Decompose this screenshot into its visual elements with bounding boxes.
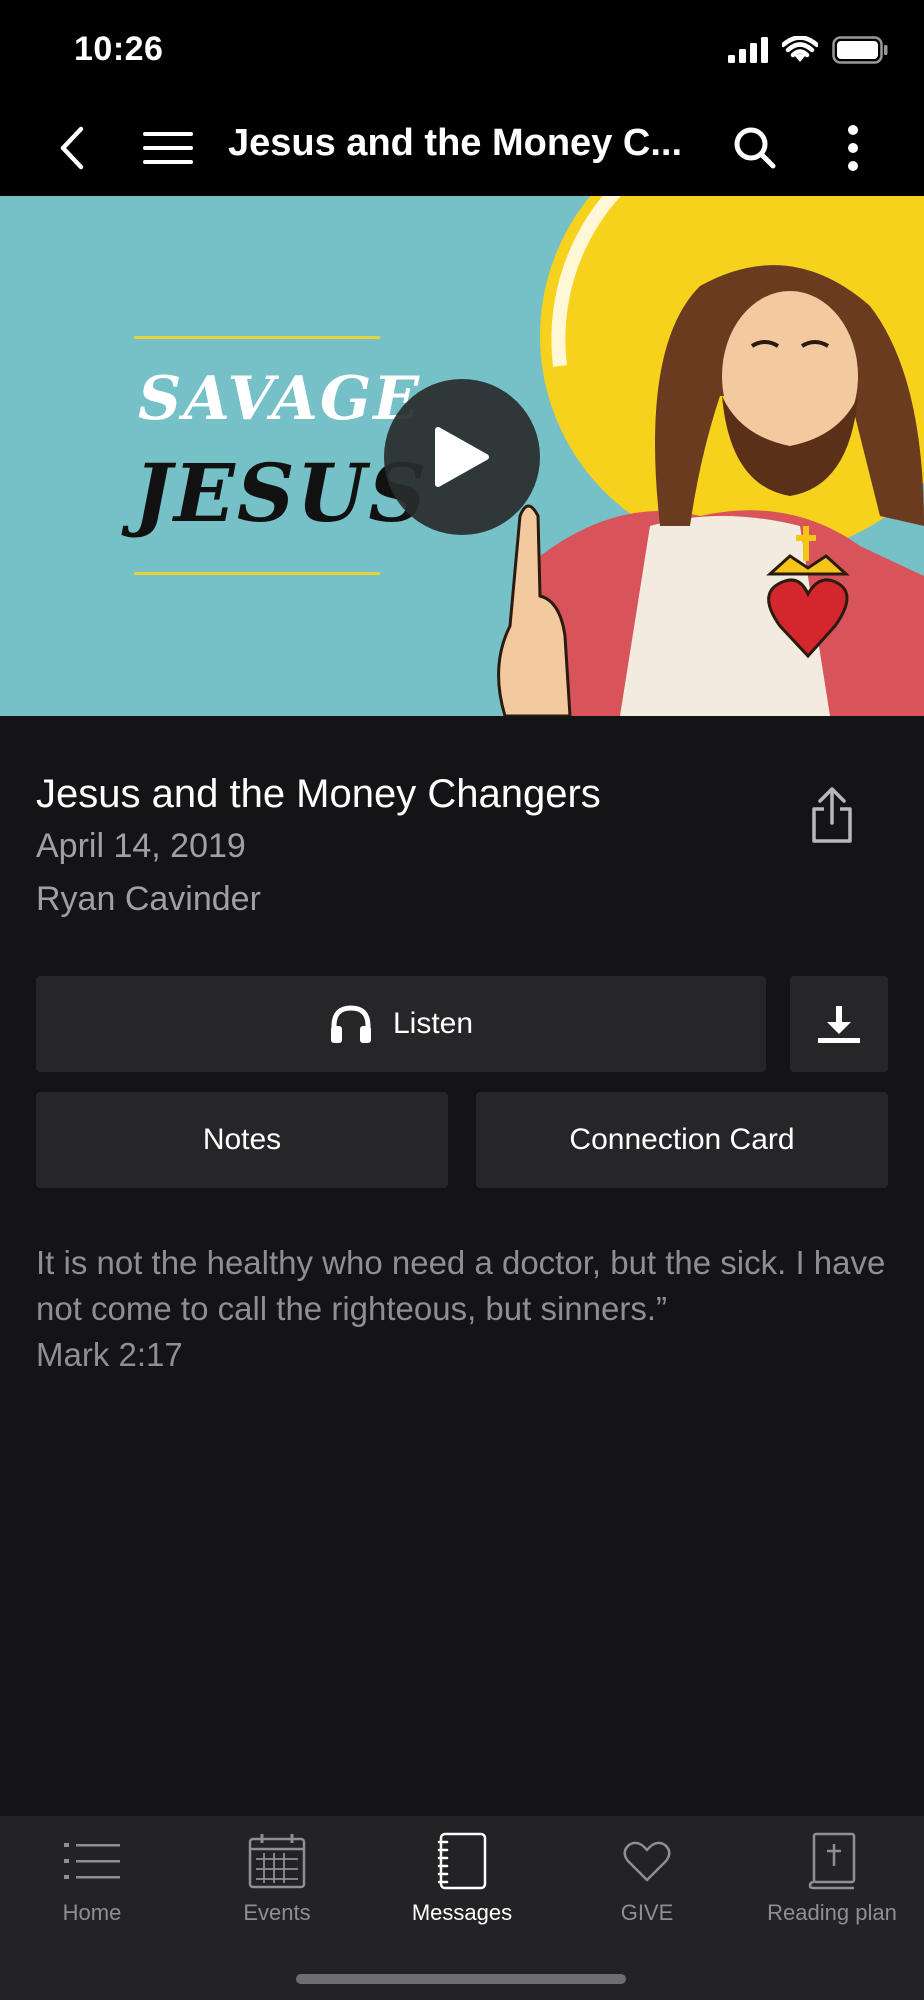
artwork-title-line1: SAVAGE [138,364,421,434]
heart-icon [623,1841,671,1882]
sermon-date: April 14, 2019 [36,827,246,865]
tab-home-label: Home [62,1900,122,1925]
menu-button[interactable] [140,122,196,174]
play-icon [435,427,489,487]
listen-button[interactable]: Listen [36,976,766,1072]
description-text: It is not the healthy who need a doctor,… [36,1244,886,1327]
notes-label: Notes [202,1123,282,1156]
page-title: Jesus and the Money C... [228,122,682,164]
tab-bar: Home Events Messages GIVE Reading plan [0,1816,924,2000]
tab-events-label: Events [243,1900,311,1925]
status-icons [728,36,888,64]
battery-icon [832,36,888,64]
search-button[interactable] [730,120,780,176]
share-button[interactable] [802,780,862,850]
sermon-description: It is not the healthy who need a doctor,… [36,1240,886,1378]
signal-icon [728,37,768,63]
back-button[interactable] [46,120,98,176]
tab-give-label: GIVE [620,1900,674,1925]
headphones-icon [330,1005,371,1043]
share-icon [812,787,852,843]
sermon-artwork[interactable]: SAVAGE JESUS [0,196,924,716]
connection-card-label: Connection Card [569,1123,795,1156]
chevron-left-icon [60,126,84,170]
connection-card-button[interactable]: Connection Card [476,1092,888,1188]
tab-messages[interactable]: Messages [370,1816,554,1926]
more-vertical-icon [848,125,858,171]
calendar-icon [248,1834,306,1889]
list-icon [64,1843,120,1879]
sermon-title: Jesus and the Money Changers [36,772,601,816]
sermon-speaker: Ryan Cavinder [36,880,261,918]
bible-icon [808,1832,856,1890]
tab-messages-label: Messages [411,1900,513,1925]
tab-events[interactable]: Events [185,1816,369,1926]
hamburger-icon [143,132,193,164]
scripture-reference: Mark 2:17 [36,1336,183,1373]
home-indicator [296,1974,626,1984]
tab-home[interactable]: Home [0,1816,184,1926]
status-bar: 10:26 [0,0,924,100]
tab-reading-plan[interactable]: Reading plan [740,1816,924,1926]
more-options-button[interactable] [838,120,868,176]
search-icon [734,127,776,169]
notebook-icon [437,1832,487,1890]
status-time: 10:26 [74,30,164,68]
listen-label: Listen [392,1007,474,1040]
download-icon [818,1006,860,1043]
app-bar: Jesus and the Money C... [0,100,924,196]
tab-give[interactable]: GIVE [555,1816,739,1926]
wifi-icon [782,36,818,62]
download-button[interactable] [790,976,888,1072]
tab-reading-plan-label: Reading plan [767,1900,897,1925]
notes-button[interactable]: Notes [36,1092,448,1188]
sermon-meta: Jesus and the Money Changers April 14, 2… [36,772,601,919]
play-button[interactable] [384,379,540,535]
